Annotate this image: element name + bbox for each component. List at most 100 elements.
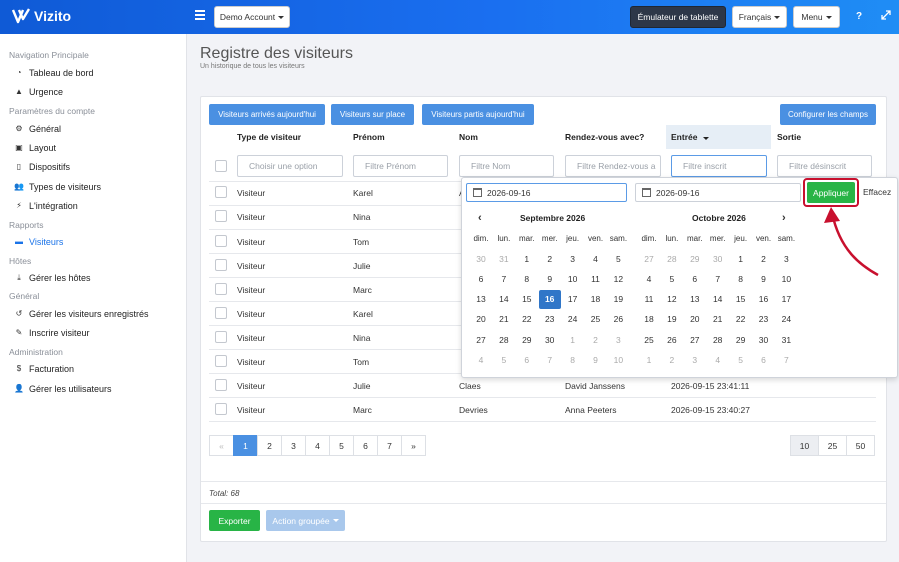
row-checkbox[interactable] [215, 331, 227, 343]
row-checkbox[interactable] [215, 355, 227, 367]
filter-first-name-input[interactable]: Filtre Prénom [353, 155, 448, 177]
calendar-day[interactable]: 23 [539, 310, 561, 329]
calendar-day[interactable]: 24 [775, 310, 797, 329]
sidebar-item-integration[interactable]: ⚡ L'intégration [0, 196, 187, 215]
calendar-day[interactable]: 10 [775, 269, 797, 288]
help-icon[interactable]: ? [856, 11, 862, 22]
calendar-day[interactable]: 12 [661, 290, 683, 309]
row-checkbox[interactable] [215, 186, 227, 198]
page-prev-button[interactable]: « [209, 435, 234, 456]
column-header-entry[interactable]: Entrée [671, 132, 710, 142]
calendar-day[interactable]: 14 [707, 290, 729, 309]
calendar-day[interactable]: 22 [516, 310, 538, 329]
calendar-day[interactable]: 18 [638, 310, 660, 329]
filter-visitor-type-select[interactable]: Choisir une option [237, 155, 343, 177]
end-date-input[interactable]: 2026-09-16 [635, 183, 801, 202]
calendar-day[interactable]: 17 [775, 290, 797, 309]
calendar-day[interactable]: 23 [753, 310, 775, 329]
calendar-day[interactable]: 13 [684, 290, 706, 309]
hamburger-menu-icon[interactable] [195, 10, 205, 20]
left-today-button[interactable]: Visiteurs partis aujourd'hui [422, 104, 534, 125]
calendar-day[interactable]: 29 [516, 330, 538, 349]
calendar-day[interactable]: 31 [775, 330, 797, 349]
calendar-day[interactable]: 9 [753, 269, 775, 288]
clear-button[interactable]: Effacez [863, 187, 891, 197]
page-size-button[interactable]: 50 [846, 435, 875, 456]
calendar-day[interactable]: 15 [730, 290, 752, 309]
calendar-day[interactable]: 14 [493, 290, 515, 309]
sidebar-item-visitors[interactable]: ▬ Visiteurs [0, 232, 187, 251]
prev-month-icon[interactable]: ‹ [478, 212, 482, 224]
calendar-day[interactable]: 7 [539, 351, 561, 370]
sidebar-item-dashboard[interactable]: ◔ Tableau de bord [0, 63, 187, 82]
calendar-day[interactable]: 1 [730, 249, 752, 268]
calendar-day[interactable]: 27 [470, 330, 492, 349]
app-logo[interactable]: Vizito [12, 8, 71, 24]
row-checkbox[interactable] [215, 403, 227, 415]
calendar-day[interactable]: 2 [753, 249, 775, 268]
page-next-button[interactable]: » [401, 435, 426, 456]
calendar-day[interactable]: 21 [493, 310, 515, 329]
calendar-day[interactable]: 9 [539, 269, 561, 288]
calendar-day[interactable]: 8 [730, 269, 752, 288]
row-checkbox[interactable] [215, 307, 227, 319]
column-header-host[interactable]: Rendez-vous avec? [565, 132, 644, 142]
calendar-day[interactable]: 7 [775, 351, 797, 370]
calendar-day[interactable]: 27 [684, 330, 706, 349]
start-date-input[interactable]: 2026-09-16 [466, 183, 627, 202]
calendar-day[interactable]: 3 [684, 351, 706, 370]
calendar-day[interactable]: 8 [562, 351, 584, 370]
calendar-day[interactable]: 15 [516, 290, 538, 309]
calendar-day[interactable]: 29 [730, 330, 752, 349]
calendar-day[interactable]: 8 [516, 269, 538, 288]
sidebar-item-registered-visitors[interactable]: ↺ Gérer les visiteurs enregistrés [0, 304, 187, 323]
calendar-day[interactable]: 24 [562, 310, 584, 329]
calendar-day[interactable]: 19 [607, 290, 629, 309]
calendar-day[interactable]: 20 [470, 310, 492, 329]
on-site-button[interactable]: Visiteurs sur place [331, 104, 414, 125]
calendar-day[interactable]: 9 [585, 351, 607, 370]
next-month-icon[interactable]: › [782, 212, 786, 224]
calendar-day[interactable]: 11 [585, 269, 607, 288]
page-button[interactable]: 3 [281, 435, 306, 456]
calendar-day[interactable]: 27 [638, 249, 660, 268]
calendar-day[interactable]: 28 [661, 249, 683, 268]
calendar-day[interactable]: 2 [585, 330, 607, 349]
calendar-day[interactable]: 25 [585, 310, 607, 329]
calendar-day[interactable]: 28 [707, 330, 729, 349]
calendar-day[interactable]: 5 [493, 351, 515, 370]
column-header-first-name[interactable]: Prénom [353, 132, 385, 142]
calendar-day[interactable]: 1 [562, 330, 584, 349]
language-dropdown[interactable]: Français [732, 6, 787, 28]
calendar-day[interactable]: 2 [661, 351, 683, 370]
calendar-day[interactable]: 4 [638, 269, 660, 288]
calendar-day[interactable]: 26 [661, 330, 683, 349]
sidebar-item-visitor-types[interactable]: 👥 Types de visiteurs [0, 177, 187, 196]
calendar-day[interactable]: 17 [562, 290, 584, 309]
sidebar-item-devices[interactable]: ▯ Dispositifs [0, 157, 187, 176]
calendar-day[interactable]: 13 [470, 290, 492, 309]
calendar-day[interactable]: 26 [607, 310, 629, 329]
sidebar-item-layout[interactable]: ▣ Layout [0, 138, 187, 157]
calendar-day[interactable]: 5 [661, 269, 683, 288]
menu-dropdown[interactable]: Menu [793, 6, 840, 28]
sidebar-item-manage-users[interactable]: 👤 Gérer les utilisateurs [0, 379, 187, 398]
calendar-day[interactable]: 10 [562, 269, 584, 288]
filter-last-name-input[interactable]: Filtre Nom [459, 155, 554, 177]
calendar-day[interactable]: 12 [607, 269, 629, 288]
tablet-emulator-button[interactable]: Émulateur de tablette [630, 6, 726, 28]
calendar-day[interactable]: 6 [470, 269, 492, 288]
calendar-day[interactable]: 11 [638, 290, 660, 309]
calendar-day[interactable]: 29 [684, 249, 706, 268]
row-checkbox[interactable] [215, 379, 227, 391]
calendar-day[interactable]: 22 [730, 310, 752, 329]
calendar-day[interactable]: 30 [707, 249, 729, 268]
calendar-day[interactable]: 2 [539, 249, 561, 268]
calendar-day[interactable]: 25 [638, 330, 660, 349]
calendar-day[interactable]: 31 [493, 249, 515, 268]
calendar-day[interactable]: 4 [585, 249, 607, 268]
filter-exit-input[interactable]: Filtre désinscrit [777, 155, 872, 177]
row-checkbox[interactable] [215, 210, 227, 222]
calendar-day[interactable]: 20 [684, 310, 706, 329]
calendar-day[interactable]: 7 [493, 269, 515, 288]
